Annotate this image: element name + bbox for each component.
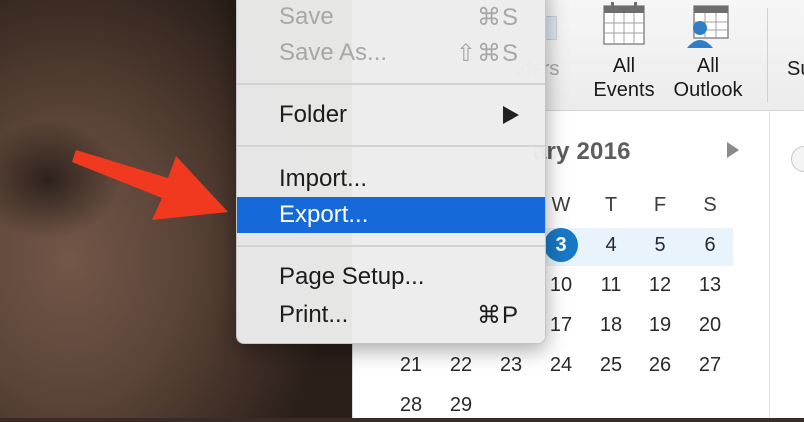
menu-item-export[interactable]: Export... <box>237 197 545 233</box>
file-menu: Save ⌘S Save As... ⇧⌘S Folder Import... … <box>236 0 546 344</box>
ribbon-divider <box>767 8 768 102</box>
calendar-day[interactable]: 26 <box>640 348 680 382</box>
calendar-day[interactable]: 13 <box>690 268 730 302</box>
calendar-day[interactable]: 25 <box>591 348 631 382</box>
weekday-label: W <box>551 194 571 216</box>
calendar-day[interactable]: 29 <box>441 388 481 422</box>
calendar-day-today[interactable]: 3 <box>541 228 581 262</box>
calendar-day[interactable]: 20 <box>690 308 730 342</box>
menu-item-shortcut: ⌘P <box>476 301 519 329</box>
calendar-day[interactable]: 4 <box>591 228 631 262</box>
menu-item-import[interactable]: Import... <box>237 161 545 197</box>
menu-item-page-setup[interactable]: Page Setup... <box>237 259 545 295</box>
calendar-day[interactable]: 22 <box>441 348 481 382</box>
menu-item-label: Page Setup... <box>279 263 425 290</box>
menu-item-label: Folder <box>279 101 348 128</box>
weekday-label: T <box>604 194 618 216</box>
weekday-label: F <box>653 194 667 216</box>
menu-item-print[interactable]: Print... ⌘P <box>237 297 545 333</box>
calendar-day[interactable]: 21 <box>391 348 431 382</box>
calendar-day[interactable]: 12 <box>640 268 680 302</box>
calendar-day[interactable]: 24 <box>541 348 581 382</box>
calendar-day[interactable]: 19 <box>640 308 680 342</box>
menu-item-shortcut: ⌘S <box>476 3 519 31</box>
calendar-day[interactable]: 10 <box>541 268 581 302</box>
calendar-day[interactable]: 6 <box>690 228 730 262</box>
all-events-button[interactable]: All Events <box>579 0 669 108</box>
all-outlook-button[interactable]: All Outlook <box>663 0 753 108</box>
calendar-day[interactable]: 18 <box>591 308 631 342</box>
menu-item-label: Import... <box>279 165 368 192</box>
pane-divider <box>769 110 770 418</box>
menu-item-label: Export... <box>279 201 369 228</box>
menu-item-shortcut: ⇧⌘S <box>455 39 519 67</box>
calendar-month-title: ary 2016 <box>533 138 631 165</box>
menu-item-label: Save <box>279 3 334 30</box>
submenu-arrow-icon <box>503 106 519 124</box>
menu-separator <box>237 83 545 85</box>
menu-separator <box>237 145 545 147</box>
calendar-grid-icon <box>603 2 645 45</box>
round-toggle-button[interactable] <box>791 146 804 172</box>
calendar-day[interactable]: 23 <box>491 348 531 382</box>
menu-item-save-as[interactable]: Save As... ⇧⌘S <box>237 35 545 71</box>
next-month-icon[interactable] <box>727 142 739 158</box>
menu-item-save[interactable]: Save ⌘S <box>237 0 545 35</box>
calendar-person-icon <box>687 5 729 48</box>
red-arrow-icon <box>72 150 228 220</box>
all-outlook-label: All Outlook <box>673 55 743 101</box>
menu-item-folder[interactable]: Folder <box>237 97 545 133</box>
calendar-day[interactable]: 11 <box>591 268 631 302</box>
menu-separator <box>237 245 545 247</box>
calendar-day[interactable]: 27 <box>690 348 730 382</box>
calendar-day[interactable]: 5 <box>640 228 680 262</box>
calendar-day[interactable]: 28 <box>391 388 431 422</box>
menu-item-label: Save As... <box>279 39 388 66</box>
ribbon-next-button-label[interactable]: Su <box>787 58 804 81</box>
weekday-label: S <box>703 194 717 216</box>
all-events-label: All Events <box>593 55 655 101</box>
menu-item-label: Print... <box>279 301 349 328</box>
calendar-day[interactable]: 17 <box>541 308 581 342</box>
